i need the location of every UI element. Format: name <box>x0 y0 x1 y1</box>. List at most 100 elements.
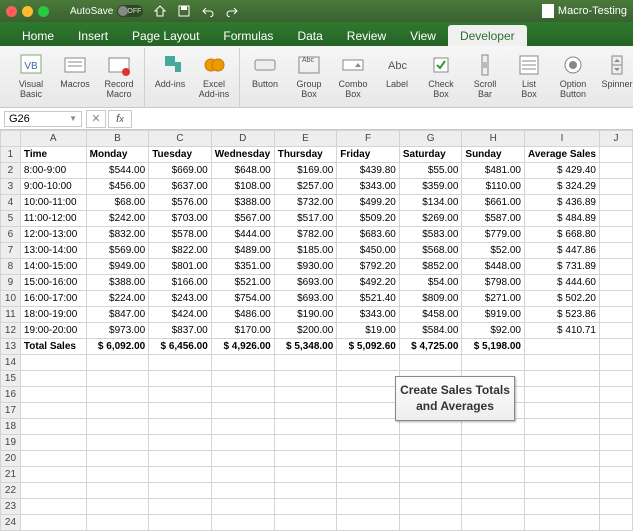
macros-button[interactable]: Macros <box>54 50 96 92</box>
total-cell[interactable]: $ 6,092.00 <box>86 339 149 355</box>
time-cell[interactable]: 11:00-12:00 <box>20 211 86 227</box>
time-cell[interactable]: 19:00-20:00 <box>20 323 86 339</box>
total-cell[interactable]: $ 5,348.00 <box>274 339 337 355</box>
value-cell[interactable]: $732.00 <box>274 195 337 211</box>
cell[interactable] <box>599 355 632 371</box>
cell[interactable] <box>524 371 599 387</box>
spinner-button[interactable]: Spinner <box>596 50 633 92</box>
cell[interactable] <box>211 483 274 499</box>
avg-cell[interactable]: $ 447.86 <box>524 243 599 259</box>
value-cell[interactable]: $832.00 <box>86 227 149 243</box>
avg-cell[interactable]: $ 484.89 <box>524 211 599 227</box>
close-icon[interactable] <box>6 6 17 17</box>
row-header[interactable]: 20 <box>1 451 21 467</box>
cell[interactable] <box>20 403 86 419</box>
value-cell[interactable]: $439.80 <box>337 163 400 179</box>
cell[interactable] <box>524 387 599 403</box>
cell[interactable] <box>462 515 525 531</box>
value-cell[interactable]: $847.00 <box>86 307 149 323</box>
avg-cell[interactable]: $ 324.29 <box>524 179 599 195</box>
value-cell[interactable]: $587.00 <box>462 211 525 227</box>
cell[interactable] <box>86 451 149 467</box>
add-ins-button[interactable]: Add-ins <box>149 50 191 92</box>
value-cell[interactable]: $637.00 <box>149 179 212 195</box>
col-header[interactable]: F <box>337 131 400 147</box>
row-header[interactable]: 17 <box>1 403 21 419</box>
redo-icon[interactable] <box>225 4 239 18</box>
cell[interactable] <box>399 435 462 451</box>
group-box-button[interactable]: AbcGroupBox <box>288 50 330 102</box>
row-header[interactable]: 4 <box>1 195 21 211</box>
cell[interactable] <box>524 451 599 467</box>
value-cell[interactable]: $578.00 <box>149 227 212 243</box>
cell[interactable] <box>524 419 599 435</box>
cell[interactable] <box>599 419 632 435</box>
value-cell[interactable]: $837.00 <box>149 323 212 339</box>
avg-cell[interactable]: $ 410.71 <box>524 323 599 339</box>
row-header[interactable]: 3 <box>1 179 21 195</box>
cell[interactable] <box>399 515 462 531</box>
row-header[interactable]: 21 <box>1 467 21 483</box>
scroll-bar-button[interactable]: ScrollBar <box>464 50 506 102</box>
fx-button[interactable]: fx <box>108 110 132 128</box>
time-cell[interactable]: 12:00-13:00 <box>20 227 86 243</box>
tab-home[interactable]: Home <box>10 25 66 46</box>
avg-cell[interactable]: $ 429.40 <box>524 163 599 179</box>
col-header[interactable]: E <box>274 131 337 147</box>
cell[interactable] <box>599 291 632 307</box>
col-header[interactable]: J <box>599 131 632 147</box>
cell[interactable] <box>149 355 212 371</box>
value-cell[interactable]: $930.00 <box>274 259 337 275</box>
time-cell[interactable]: 10:00-11:00 <box>20 195 86 211</box>
row-header[interactable]: 8 <box>1 259 21 275</box>
cell[interactable] <box>211 387 274 403</box>
time-cell[interactable]: 9:00-10:00 <box>20 179 86 195</box>
cell[interactable] <box>274 435 337 451</box>
create-sales-totals-button[interactable]: Create Sales Totals and Averages <box>395 376 515 421</box>
cell[interactable] <box>524 403 599 419</box>
cell[interactable] <box>399 451 462 467</box>
value-cell[interactable]: $798.00 <box>462 275 525 291</box>
cell[interactable] <box>599 323 632 339</box>
value-cell[interactable]: $481.00 <box>462 163 525 179</box>
value-cell[interactable]: $499.20 <box>337 195 400 211</box>
col-header[interactable]: H <box>462 131 525 147</box>
value-cell[interactable]: $521.40 <box>337 291 400 307</box>
cell[interactable] <box>211 355 274 371</box>
cell[interactable] <box>337 483 400 499</box>
row-header[interactable]: 10 <box>1 291 21 307</box>
value-cell[interactable]: $544.00 <box>86 163 149 179</box>
cell[interactable] <box>211 419 274 435</box>
cancel-icon[interactable]: ✕ <box>86 110 106 128</box>
col-header[interactable] <box>1 131 21 147</box>
row-header[interactable]: 19 <box>1 435 21 451</box>
col-header[interactable]: C <box>149 131 212 147</box>
cell[interactable] <box>599 227 632 243</box>
value-cell[interactable]: $509.20 <box>337 211 400 227</box>
cell[interactable] <box>599 275 632 291</box>
row-header[interactable]: 16 <box>1 387 21 403</box>
value-cell[interactable]: $359.00 <box>399 179 462 195</box>
cell[interactable] <box>524 435 599 451</box>
value-cell[interactable]: $583.00 <box>399 227 462 243</box>
combo-box-button[interactable]: ComboBox <box>332 50 374 102</box>
total-cell[interactable]: $ 6,456.00 <box>149 339 212 355</box>
time-cell[interactable]: 16:00-17:00 <box>20 291 86 307</box>
value-cell[interactable]: $492.20 <box>337 275 400 291</box>
cell[interactable] <box>86 499 149 515</box>
avg-cell[interactable]: $ 668.80 <box>524 227 599 243</box>
value-cell[interactable]: $779.00 <box>462 227 525 243</box>
value-cell[interactable]: $170.00 <box>211 323 274 339</box>
column-heading[interactable]: Saturday <box>399 147 462 163</box>
cell[interactable] <box>337 403 400 419</box>
cell[interactable] <box>274 451 337 467</box>
cell[interactable] <box>599 483 632 499</box>
cell[interactable] <box>274 371 337 387</box>
value-cell[interactable]: $169.00 <box>274 163 337 179</box>
cell[interactable] <box>86 435 149 451</box>
cell[interactable] <box>149 419 212 435</box>
cell[interactable] <box>149 435 212 451</box>
value-cell[interactable]: $801.00 <box>149 259 212 275</box>
cell[interactable] <box>20 515 86 531</box>
cell[interactable] <box>599 515 632 531</box>
